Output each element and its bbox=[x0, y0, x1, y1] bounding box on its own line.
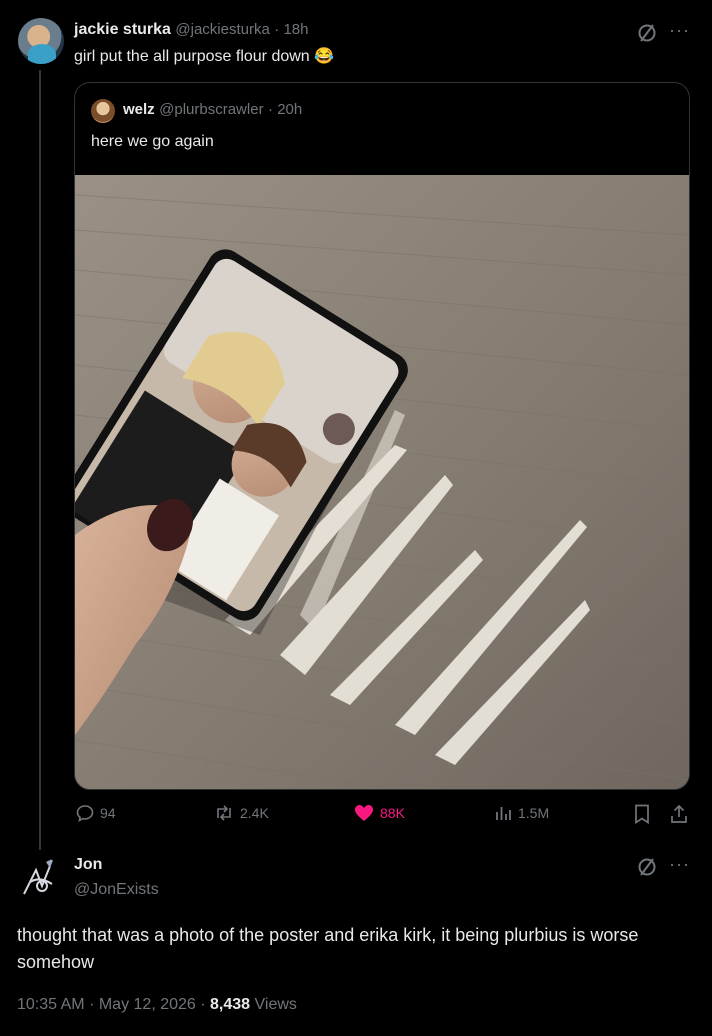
meta-separator: · bbox=[89, 996, 99, 1013]
more-icon[interactable]: ··· bbox=[669, 854, 690, 875]
quote-display-name[interactable]: welz bbox=[123, 101, 155, 118]
reply-count: 94 bbox=[100, 805, 116, 821]
reply-time[interactable]: 10:35 AM bbox=[17, 996, 85, 1013]
reply-views-count: 8,438 bbox=[210, 996, 251, 1013]
tweet1-emoji: 😂 bbox=[314, 48, 335, 65]
repost-count: 2.4K bbox=[240, 805, 269, 821]
reply-date[interactable]: May 12, 2026 bbox=[99, 996, 196, 1013]
tweet1-header: jackie sturka @jackiesturka · 18h bbox=[74, 21, 309, 39]
avatar-welz[interactable] bbox=[91, 99, 115, 123]
quote-time: 20h bbox=[277, 101, 303, 118]
quote-text: here we go again bbox=[91, 133, 214, 150]
avatar-jon[interactable] bbox=[16, 856, 62, 902]
tweet1-text-row: girl put the all purpose flour down 😂 bbox=[74, 46, 334, 66]
views-count: 1.5M bbox=[518, 805, 550, 821]
reply-views-label: Views bbox=[254, 996, 297, 1013]
bookmark-icon bbox=[635, 804, 649, 824]
share-button[interactable] bbox=[670, 804, 688, 824]
views-icon bbox=[496, 807, 511, 820]
like-count: 88K bbox=[380, 805, 405, 821]
reply-text: thought that was a photo of the poster a… bbox=[17, 925, 639, 972]
quote-header: welz @plurbscrawler · 20h bbox=[123, 101, 302, 119]
repost-button[interactable]: 2.4K bbox=[214, 804, 269, 822]
reply-display-name[interactable]: Jon bbox=[74, 856, 102, 874]
repost-icon bbox=[217, 805, 231, 821]
tweet1-handle[interactable]: @jackiesturka bbox=[175, 21, 269, 38]
reply-icon bbox=[76, 805, 94, 822]
tweet1-text: girl put the all purpose flour down bbox=[74, 48, 310, 65]
grok-icon[interactable] bbox=[636, 856, 658, 883]
meta-separator: · bbox=[200, 996, 211, 1013]
heart-icon bbox=[355, 805, 373, 821]
share-icon bbox=[671, 804, 687, 823]
like-button[interactable]: 88K bbox=[354, 804, 405, 822]
tweet1-display-name[interactable]: jackie sturka bbox=[74, 21, 171, 38]
reply-handle[interactable]: @JonExists bbox=[74, 881, 159, 899]
quote-photo[interactable] bbox=[75, 175, 689, 789]
avatar-jackie[interactable] bbox=[18, 18, 64, 64]
grok-icon[interactable] bbox=[636, 22, 658, 49]
reply-button[interactable]: 94 bbox=[76, 804, 116, 822]
thread-connector-line bbox=[39, 70, 41, 850]
more-icon[interactable]: ··· bbox=[669, 20, 690, 41]
bookmark-button[interactable] bbox=[634, 804, 650, 824]
quote-handle[interactable]: @plurbscrawler bbox=[159, 101, 263, 118]
reply-meta: 10:35 AM · May 12, 2026 · 8,438 Views bbox=[17, 996, 297, 1014]
views-button[interactable]: 1.5M bbox=[494, 804, 549, 822]
quoted-tweet-card[interactable]: welz @plurbscrawler · 20h here we go aga… bbox=[74, 82, 690, 790]
tweet1-time[interactable]: 18h bbox=[283, 21, 308, 38]
header-separator: · bbox=[268, 101, 278, 118]
